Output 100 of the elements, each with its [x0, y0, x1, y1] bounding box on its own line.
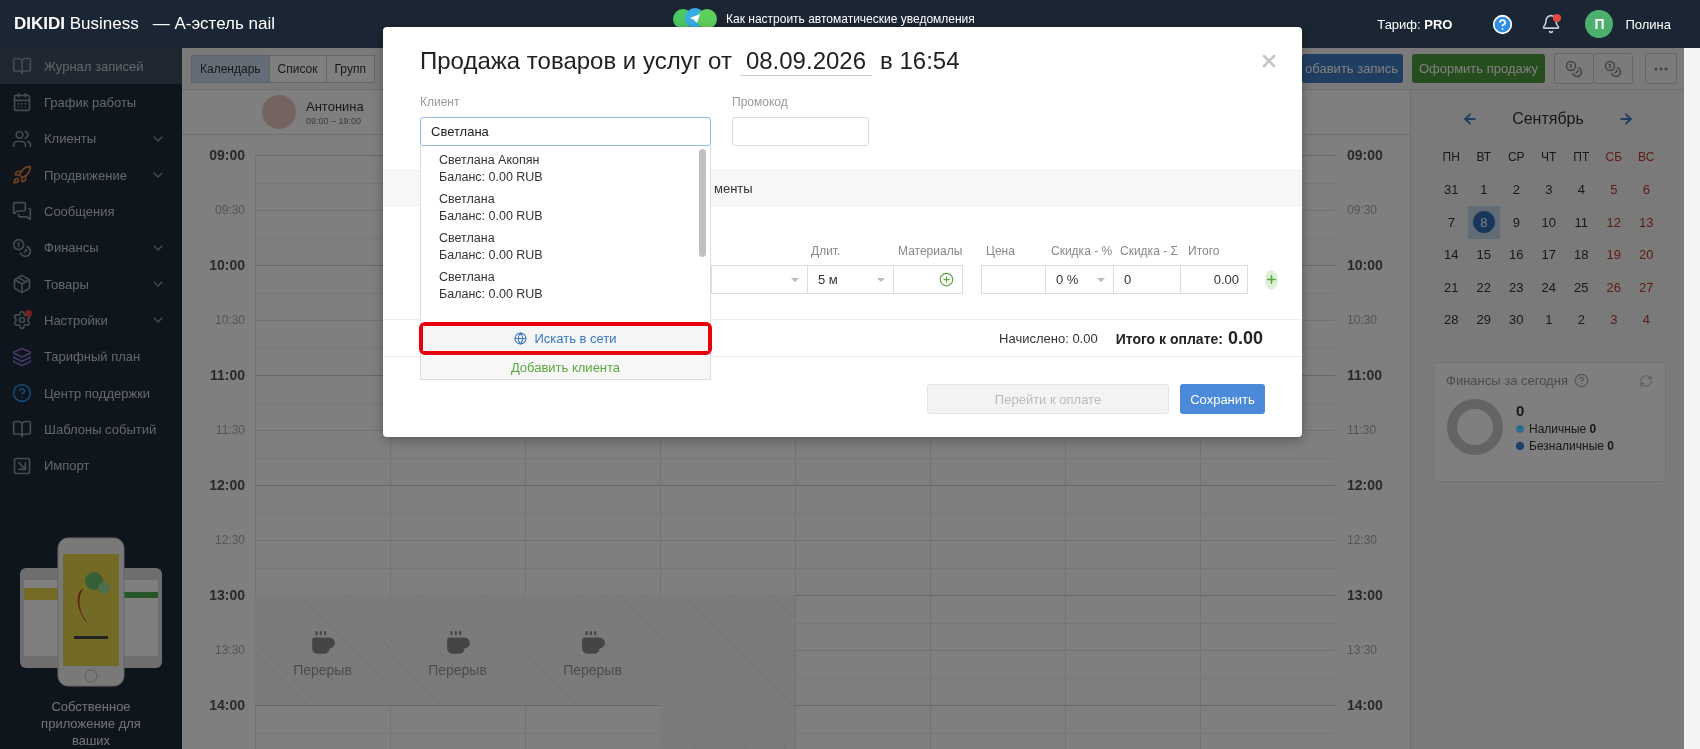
user-name[interactable]: Полина	[1625, 16, 1671, 32]
column-header: Скидка - %	[1050, 244, 1114, 260]
calendar-day[interactable]: 20	[1630, 238, 1663, 271]
calendar-day[interactable]: 11	[1565, 206, 1598, 239]
calendar-day[interactable]: 9	[1500, 206, 1533, 239]
calendar-day[interactable]: 22	[1467, 271, 1500, 304]
calendar-day[interactable]: 14	[1435, 238, 1468, 271]
calendar-day[interactable]: 1	[1532, 303, 1565, 336]
weekday-label: ПТ	[1572, 149, 1591, 167]
calendar-day[interactable]: 8	[1467, 206, 1500, 239]
calendar-day[interactable]: 17	[1532, 238, 1565, 271]
discount-percent-select[interactable]: 0 %	[1045, 265, 1114, 294]
calendar-day[interactable]: 25	[1565, 271, 1598, 304]
price-field[interactable]	[981, 265, 1046, 294]
total-field[interactable]: 0.00	[1180, 265, 1248, 294]
calendar-day[interactable]: 23	[1500, 271, 1533, 304]
notice-link[interactable]: Как настроить автоматические уведомления	[726, 12, 975, 26]
calendar-day[interactable]: 1	[1467, 173, 1500, 206]
coins-minus-button[interactable]	[1593, 53, 1633, 84]
calendar-day[interactable]: 15	[1467, 238, 1500, 271]
calendar-day[interactable]: 27	[1630, 271, 1663, 304]
sidebar-item[interactable]: Центр поддержки	[0, 374, 182, 412]
sidebar-item[interactable]: Импорт	[0, 447, 182, 484]
calendar-day[interactable]: 6	[1630, 173, 1663, 206]
chat-icon	[12, 201, 32, 222]
user-avatar[interactable]: П	[1585, 10, 1614, 38]
weekday-label: ПН	[1441, 149, 1461, 167]
client-option[interactable]: Светлана Акопян Баланс: 0.00 RUB	[421, 150, 710, 189]
arrow-right-icon[interactable]	[1618, 111, 1634, 127]
time-label: 13:00	[1347, 586, 1383, 604]
book-icon	[12, 419, 32, 440]
more-button[interactable]	[1645, 53, 1677, 84]
sidebar-item[interactable]: Настройки	[0, 302, 182, 339]
time-label: 11:00	[209, 366, 245, 384]
calendar-day[interactable]: 28	[1435, 303, 1468, 336]
view-tab[interactable]: Групп	[325, 54, 375, 83]
client-field[interactable]: Светлана	[420, 117, 711, 146]
month-name: Сентябрь	[1511, 110, 1585, 128]
duration-select[interactable]: 5 м	[807, 265, 894, 294]
calendar-day[interactable]: 2	[1565, 303, 1598, 336]
promo-label: Промокод	[732, 94, 789, 110]
plus-circle-icon[interactable]	[939, 272, 954, 287]
time-label: 11:00	[1347, 366, 1383, 384]
sale-button[interactable]: Оформить продажу	[1412, 54, 1545, 83]
add-row-button[interactable]	[1265, 269, 1278, 290]
calendar-day[interactable]: 18	[1565, 238, 1598, 271]
client-option[interactable]: Светлана Баланс: 0.00 RUB	[421, 189, 710, 228]
calendar-day[interactable]: 30	[1500, 303, 1533, 336]
sidebar-item[interactable]: Шаблоны событий	[0, 411, 182, 448]
sidebar-item[interactable]: График работы	[0, 84, 182, 121]
bell-icon[interactable]	[1541, 14, 1562, 34]
sidebar-item[interactable]: Финансы	[0, 229, 182, 266]
search-web-button[interactable]: Искать в сети	[423, 326, 708, 352]
calendar-day[interactable]: 16	[1500, 238, 1533, 271]
column-header: Скидка - Σ	[1119, 244, 1179, 260]
arrow-square-icon	[12, 455, 32, 476]
calendar-day[interactable]: 24	[1532, 271, 1565, 304]
calendar-day[interactable]: 4	[1630, 303, 1663, 336]
client-option[interactable]: Светлана Баланс: 0.00 RUB	[421, 267, 710, 306]
legend-label: Безналичные 0	[1529, 438, 1614, 453]
to-pay-value: 0.00	[1227, 327, 1263, 349]
select-field[interactable]	[711, 265, 808, 294]
calendar-day[interactable]: 21	[1435, 271, 1468, 304]
materials-field[interactable]	[893, 265, 963, 294]
calendar-day[interactable]: 4	[1565, 173, 1598, 206]
sidebar-item[interactable]: Тарифный план	[0, 338, 182, 375]
save-button[interactable]: Сохранить	[1180, 384, 1265, 414]
coins-plus-button[interactable]	[1554, 53, 1594, 84]
add-record-button[interactable]: обавить запись	[1302, 54, 1403, 83]
view-tab[interactable]: Список	[268, 54, 327, 83]
sidebar-item[interactable]: Товары	[0, 265, 182, 303]
client-option[interactable]: Светлана Баланс: 0.00 RUB	[421, 228, 710, 267]
add-client-button[interactable]: Добавить клиента	[421, 355, 710, 379]
arrow-left-icon[interactable]	[1462, 111, 1478, 127]
date-field[interactable]: 08.09.2026	[739, 46, 873, 76]
calendar-day[interactable]: 29	[1467, 303, 1500, 336]
dialog-tab[interactable]: менты	[714, 180, 753, 196]
promo-field[interactable]	[732, 117, 869, 146]
scrollbar-thumb[interactable]	[699, 149, 706, 257]
sidebar-item[interactable]: Сообщения	[0, 193, 182, 230]
calendar-day[interactable]: 19	[1597, 238, 1630, 271]
calendar-day[interactable]: 2	[1500, 173, 1533, 206]
calendar-day[interactable]: 26	[1597, 271, 1630, 304]
avatar-placeholder	[262, 95, 296, 129]
calendar-day[interactable]: 3	[1597, 303, 1630, 336]
sidebar-item[interactable]: Продвижение	[0, 157, 182, 194]
calendar-day[interactable]: 10	[1532, 206, 1565, 239]
column-header: Цена	[985, 244, 1016, 260]
discount-sum-field[interactable]: 0	[1113, 265, 1181, 294]
calendar-day[interactable]: 13	[1630, 206, 1663, 239]
calendar-day[interactable]: 7	[1435, 206, 1468, 239]
calendar-day[interactable]: 31	[1435, 173, 1468, 206]
calendar-day[interactable]: 3	[1532, 173, 1565, 206]
calendar-day[interactable]: 5	[1597, 173, 1630, 206]
staff-name: Антонина	[306, 98, 364, 114]
calendar-day[interactable]: 12	[1597, 206, 1630, 239]
view-tab[interactable]: Календарь	[191, 54, 270, 83]
sidebar-item[interactable]: Журнал записей	[0, 48, 182, 85]
refresh-icon[interactable]	[1639, 373, 1653, 388]
sidebar-item[interactable]: Клиенты	[0, 120, 182, 157]
